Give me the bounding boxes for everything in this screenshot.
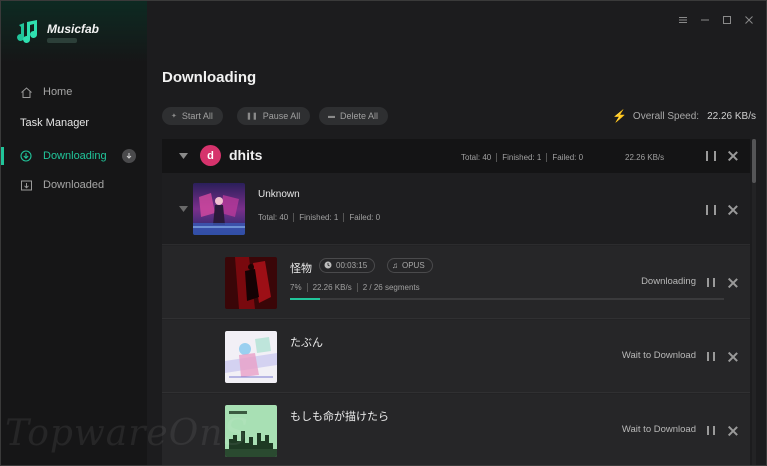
stat-total: Total: 40 (258, 213, 289, 222)
watermark: TopwareOnS (5, 413, 250, 454)
downloaded-icon (19, 178, 33, 192)
track-title: たぶん (290, 337, 323, 349)
page-title: Downloading (162, 69, 257, 86)
track-row: たぶん Wait to Download (162, 320, 750, 393)
album-row: Unknown Total: 40 Finished: 1 Failed: 0 (162, 173, 750, 245)
play-icon: ✦ (171, 113, 177, 120)
sidebar-item-label: Downloading (43, 150, 107, 162)
downloading-icon (19, 149, 33, 163)
format-chip: ♫ OPUS (387, 258, 433, 273)
track-cover-image (225, 257, 277, 309)
divider (546, 153, 548, 162)
musicfab-logo-icon (17, 20, 38, 43)
maximize-icon[interactable] (722, 15, 732, 25)
brand-name: Musicfab (47, 22, 100, 36)
section-label: Task Manager (20, 117, 90, 129)
scrollbar-thumb[interactable] (752, 139, 756, 183)
format-value: OPUS (402, 261, 425, 270)
close-icon[interactable] (744, 15, 754, 25)
button-label: Delete All (340, 111, 379, 121)
pause-all-button[interactable]: ❚❚ Pause All (237, 107, 311, 125)
track-cover-image (225, 331, 277, 383)
group-speed: 22.26 KB/s (625, 153, 665, 162)
duration-value: 00:03:15 (336, 261, 368, 270)
home-icon (19, 85, 33, 99)
divider (306, 283, 308, 292)
pause-icon[interactable] (707, 352, 715, 361)
stat-finished: Finished: 1 (502, 153, 542, 162)
album-cover-image (193, 183, 245, 235)
sidebar-item-label: Downloaded (43, 179, 105, 191)
album-stats: Total: 40 Finished: 1 Failed: 0 (258, 213, 380, 222)
overall-speed: ⚡ Overall Speed: 22.26 KB/s (612, 109, 756, 123)
main-area: Downloading ✦ Start All ❚❚ Pause All ▬ D… (147, 1, 766, 465)
pause-icon[interactable] (706, 151, 716, 161)
music-note-icon: ♫ (392, 261, 398, 270)
sidebar-item-home[interactable]: Home (1, 79, 147, 105)
overall-speed-value: 22.26 KB/s (707, 110, 756, 122)
sidebar-section-task-manager: Task Manager (1, 110, 147, 136)
clock-icon (324, 261, 332, 271)
segments-count: 2 / 26 segments (362, 283, 420, 292)
close-icon[interactable] (728, 205, 738, 215)
progress-fill (290, 298, 321, 300)
close-icon[interactable] (728, 426, 738, 436)
delete-all-button[interactable]: ▬ Delete All (319, 107, 389, 125)
stat-failed: Failed: 0 (552, 153, 584, 162)
stat-failed: Failed: 0 (349, 213, 381, 222)
track-status: Wait to Download (621, 424, 696, 435)
group-name: dhits (229, 147, 263, 163)
divider (356, 283, 358, 292)
overall-speed-label: Overall Speed: (632, 110, 700, 122)
close-icon[interactable] (728, 278, 738, 288)
track-progress-stats: 7% 22.26 KB/s 2 / 26 segments (290, 283, 420, 292)
minimize-icon[interactable] (700, 15, 710, 25)
button-label: Pause All (262, 111, 301, 121)
track-status: Downloading (641, 276, 696, 287)
app-window: Musicfab Home Task Manager Downloading D (0, 0, 767, 466)
lightning-icon: ⚡ (611, 109, 627, 123)
trash-icon: ▬ (328, 112, 335, 120)
stat-total: Total: 40 (461, 153, 492, 162)
progress-percent: 7% (290, 283, 302, 292)
task-list-scrollbar[interactable] (752, 139, 756, 465)
sidebar-item-label: Home (43, 86, 73, 98)
sidebar-item-downloading[interactable]: Downloading (1, 143, 147, 169)
track-title: 怪物 (290, 263, 312, 275)
close-icon[interactable] (728, 352, 738, 362)
pause-icon[interactable] (707, 426, 715, 435)
download-arrow-icon (122, 149, 136, 163)
track-row: 怪物 00:03:15 ♫ OPUS 7% 22.26 KB/s 2 / 26 … (162, 246, 750, 319)
brand-subtitle (47, 38, 77, 43)
duration-chip: 00:03:15 (319, 258, 376, 273)
album-name: Unknown (258, 189, 300, 200)
stat-finished: Finished: 1 (299, 213, 339, 222)
sidebar-item-downloaded[interactable]: Downloaded (1, 172, 147, 198)
playlist-group-header: d dhits Total: 40 Finished: 1 Failed: 0 … (162, 139, 750, 173)
track-row: もしも命が描けたら Wait to Download (162, 394, 750, 465)
divider (293, 213, 295, 222)
collapse-caret-icon[interactable] (178, 151, 188, 161)
divider (496, 153, 498, 162)
close-icon[interactable] (728, 151, 738, 161)
pause-icon[interactable] (707, 278, 715, 287)
button-label: Start All (181, 111, 213, 121)
task-list: d dhits Total: 40 Finished: 1 Failed: 0 … (162, 139, 750, 465)
sidebar: Musicfab Home Task Manager Downloading D (1, 1, 147, 465)
track-title: もしも命が描けたら (290, 411, 389, 423)
source-avatar: d (200, 145, 221, 166)
group-stats: Total: 40 Finished: 1 Failed: 0 (461, 153, 583, 162)
start-all-button[interactable]: ✦ Start All (162, 107, 223, 125)
collapse-caret-icon[interactable] (178, 204, 188, 214)
window-controls (678, 15, 754, 25)
divider (343, 213, 345, 222)
pause-icon[interactable] (706, 205, 716, 215)
progress-bar (290, 298, 724, 300)
track-status: Wait to Download (621, 350, 696, 361)
track-speed: 22.26 KB/s (312, 283, 352, 292)
menu-icon[interactable] (678, 15, 688, 25)
pause-icon: ❚❚ (246, 113, 258, 120)
